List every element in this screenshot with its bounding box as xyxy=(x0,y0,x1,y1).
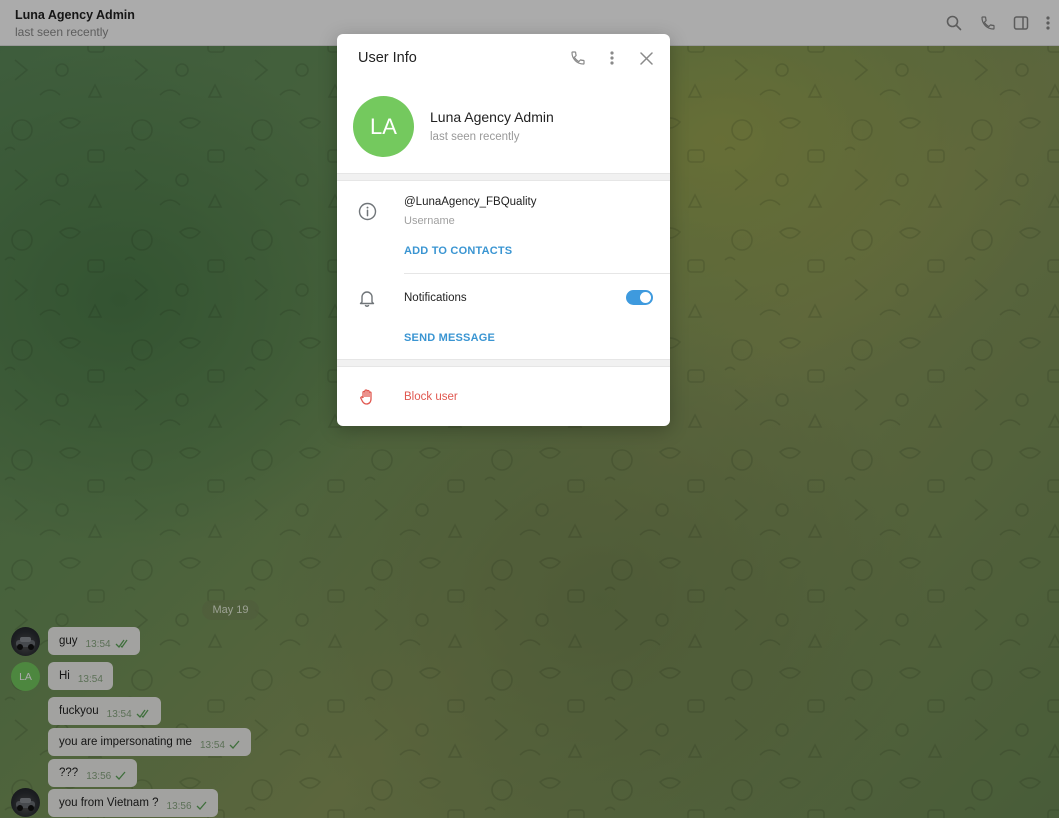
section-divider xyxy=(337,173,670,181)
close-icon[interactable] xyxy=(635,47,657,69)
bell-icon xyxy=(357,288,377,308)
notifications-label: Notifications xyxy=(404,292,467,304)
username-value[interactable]: @LunaAgency_FBQuality xyxy=(404,196,537,208)
modal-title: User Info xyxy=(358,50,417,66)
user-info-modal: User Info LA Luna Agency Admin last seen… xyxy=(337,34,670,426)
profile-name: Luna Agency Admin xyxy=(430,109,554,125)
toggle-knob xyxy=(640,292,651,303)
section-divider xyxy=(337,359,670,367)
profile-status: last seen recently xyxy=(430,131,520,143)
stop-hand-icon xyxy=(357,387,377,407)
more-vertical-icon[interactable] xyxy=(601,47,623,69)
add-to-contacts-button[interactable]: ADD TO CONTACTS xyxy=(404,245,512,257)
notifications-toggle[interactable] xyxy=(626,290,653,305)
block-user-button[interactable]: Block user xyxy=(404,391,458,403)
username-label: Username xyxy=(404,215,455,227)
send-message-button[interactable]: SEND MESSAGE xyxy=(404,332,495,344)
row-divider xyxy=(404,273,670,274)
info-icon xyxy=(357,201,377,221)
profile-avatar[interactable]: LA xyxy=(353,96,414,157)
phone-icon[interactable] xyxy=(567,47,589,69)
